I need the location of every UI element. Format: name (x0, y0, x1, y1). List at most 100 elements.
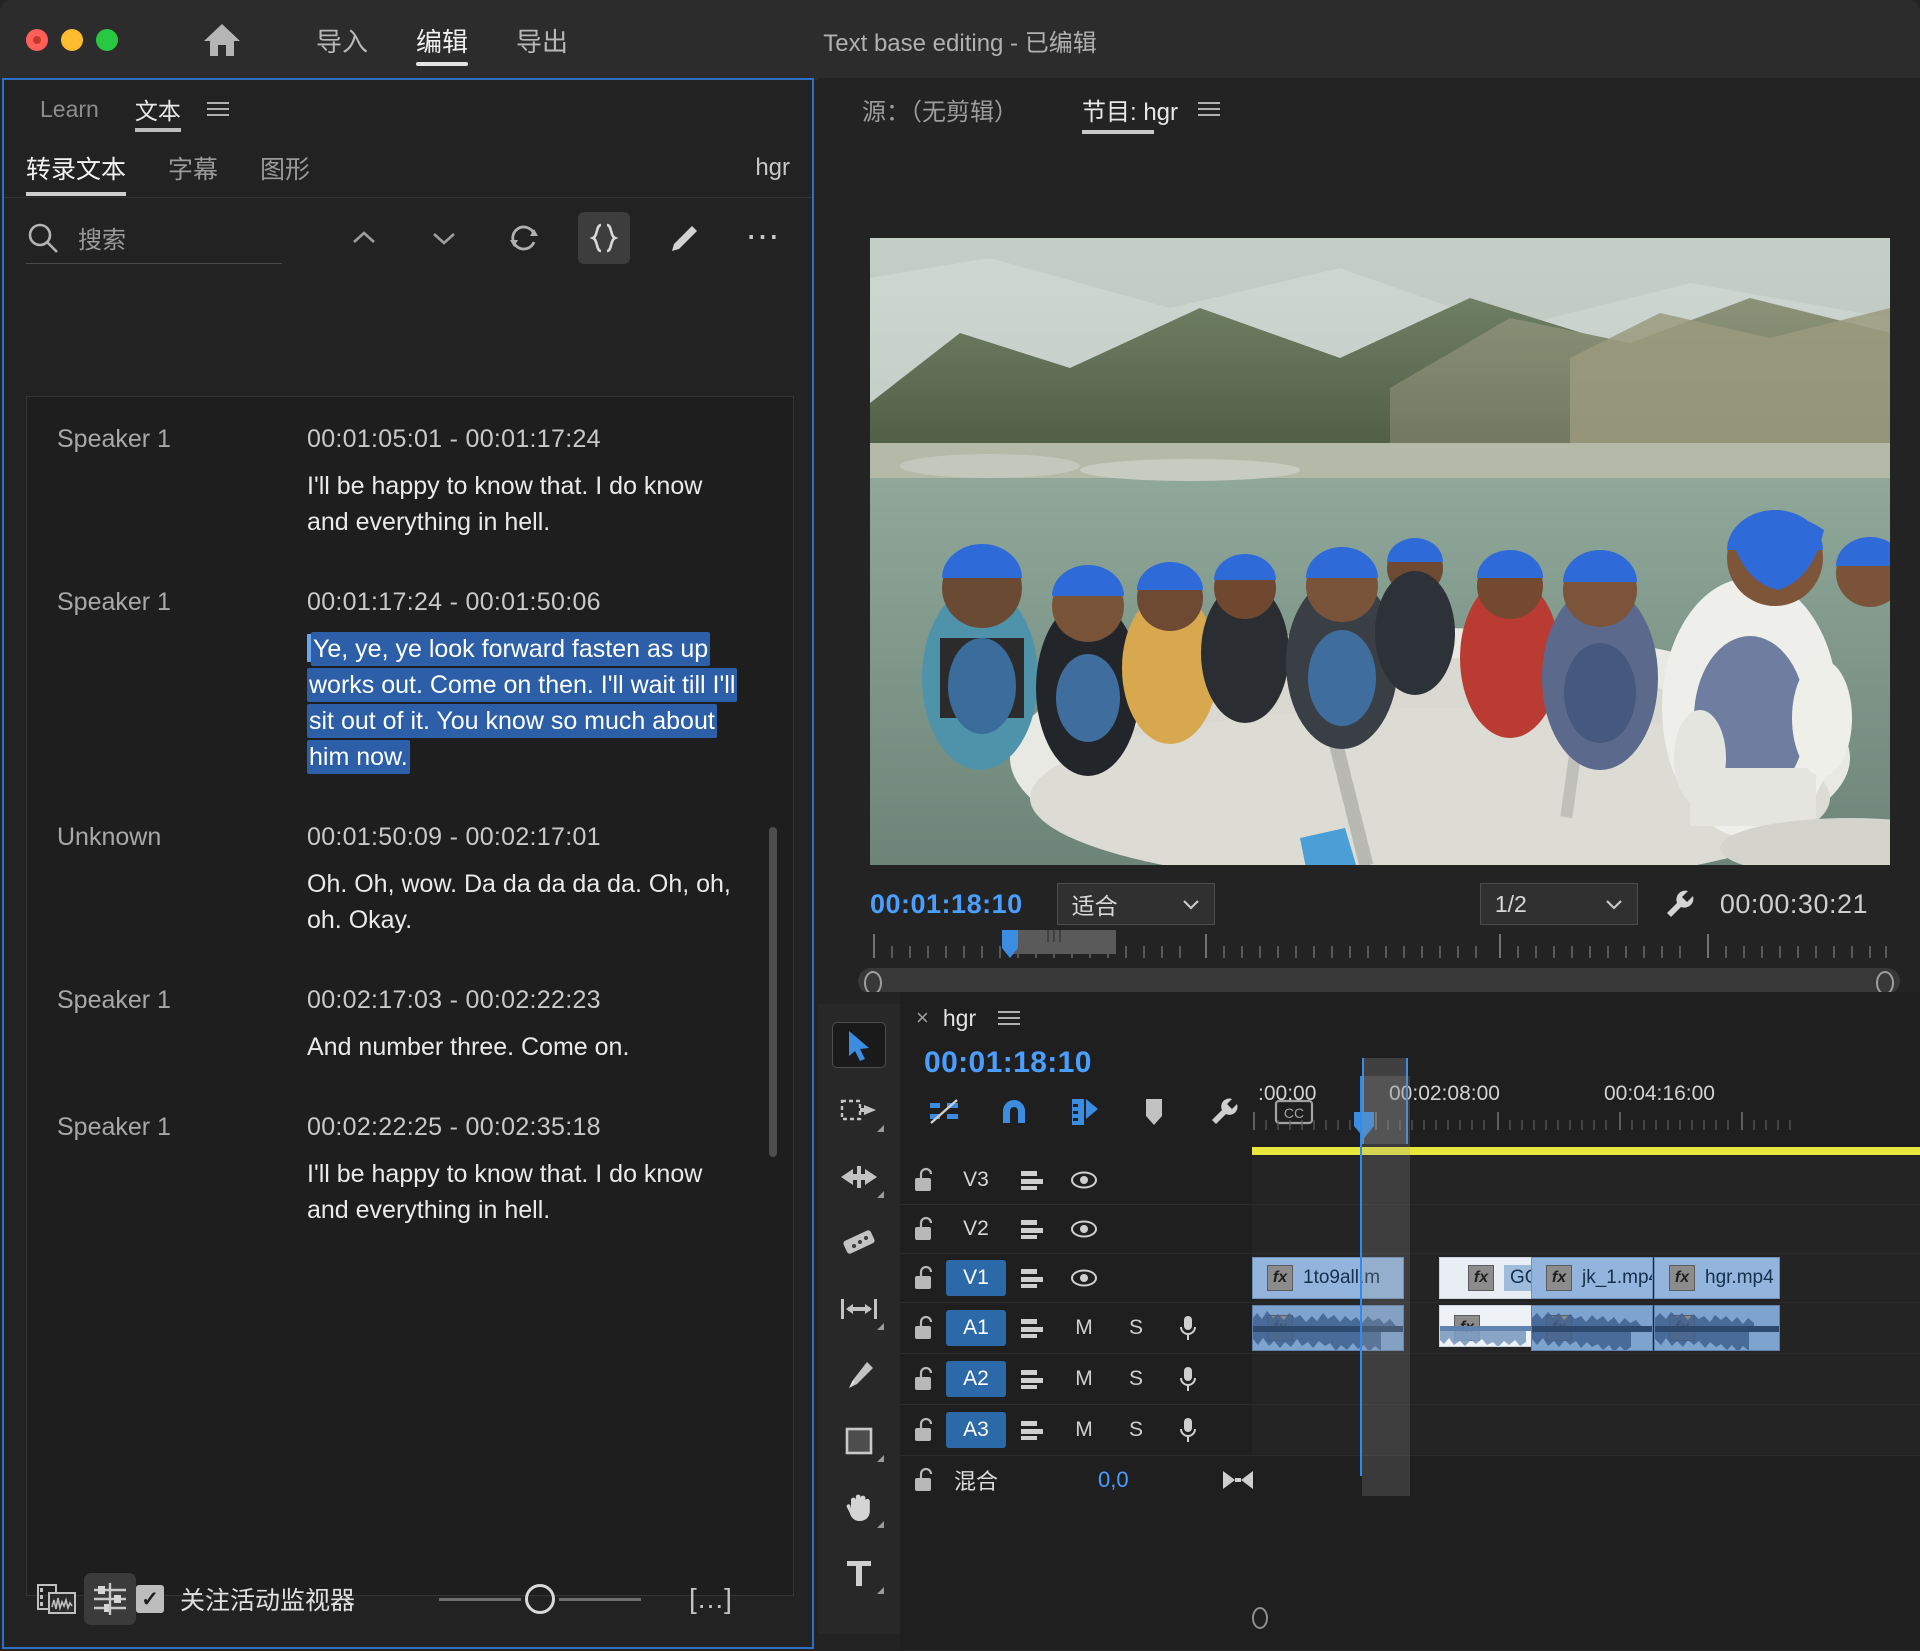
clip-hgr[interactable]: fx hgr.mp4 [ (1654, 1257, 1780, 1299)
lock-icon[interactable] (900, 1467, 946, 1493)
timeline-playhead-timecode[interactable]: 00:01:18:10 (924, 1046, 1092, 1080)
tab-program-monitor[interactable]: 节目: hgr (1082, 78, 1178, 140)
timeline-settings-wrench-icon[interactable] (1204, 1092, 1244, 1132)
clip-jk1[interactable]: fx jk_1.mp4 (1531, 1257, 1653, 1299)
braces-pause-icon[interactable] (578, 212, 630, 264)
work-area-bar[interactable] (1252, 1147, 1920, 1155)
chevron-up-icon[interactable] (338, 212, 390, 264)
subtab-graphics[interactable]: 图形 (260, 138, 310, 198)
mixer-view-icon[interactable] (84, 1573, 136, 1625)
track-row-v2[interactable]: V2 (900, 1205, 1920, 1254)
lock-icon[interactable] (900, 1417, 946, 1443)
solo-track-button[interactable]: S (1110, 1367, 1162, 1391)
track-body-v1[interactable]: fx 1to9all.m fx GOPR86 fx jk_1.mp4 fx hg… (1252, 1254, 1920, 1302)
monitor-playhead-timecode[interactable]: 00:01:18:10 (870, 889, 1023, 920)
lock-icon[interactable] (900, 1265, 946, 1291)
mute-track-button[interactable]: M (1058, 1316, 1110, 1340)
scroll-handle-left[interactable] (1252, 1607, 1268, 1629)
nav-tab-edit[interactable]: 编辑 (392, 0, 492, 80)
lock-icon[interactable] (900, 1315, 946, 1341)
transcript-entry[interactable]: Unknown 00:01:50:09 - 00:02:17:01 Oh. Oh… (27, 795, 793, 958)
slip-tool[interactable] (832, 1220, 886, 1266)
refresh-icon[interactable] (498, 212, 550, 264)
transcript-text[interactable]: I'll be happy to know that. I do know an… (307, 1156, 743, 1228)
transcript-text-highlighted[interactable]: Ye, ye, ye look forward fasten as up wor… (307, 631, 743, 775)
follow-playhead-checkbox[interactable]: ✓ (136, 1585, 164, 1613)
transcript-entry[interactable]: Speaker 1 00:02:22:25 - 00:02:35:18 I'll… (27, 1085, 793, 1248)
subtab-captions[interactable]: 字幕 (168, 138, 218, 198)
mic-icon[interactable] (1162, 1314, 1214, 1342)
transcript-scrollbar[interactable] (769, 827, 777, 1157)
mix-value[interactable]: 0,0 (1098, 1467, 1129, 1493)
filmstrip-waveform-icon[interactable] (32, 1573, 84, 1625)
track-body-a2[interactable] (1252, 1354, 1920, 1404)
tab-text[interactable]: 文本 (117, 80, 199, 138)
target-track-icon[interactable] (1006, 1418, 1058, 1442)
rate-stretch-tool[interactable] (832, 1286, 886, 1332)
ripple-edit-tool[interactable] (832, 1154, 886, 1200)
mute-track-button[interactable]: M (1058, 1418, 1110, 1442)
lock-icon[interactable] (900, 1216, 946, 1242)
track-visibility-eye-icon[interactable] (1058, 1219, 1110, 1239)
transcript-entry[interactable]: Speaker 1 00:01:05:01 - 00:01:17:24 I'll… (27, 397, 793, 560)
linked-selection-icon[interactable] (1064, 1092, 1104, 1132)
nest-toggle-icon[interactable] (924, 1092, 964, 1132)
track-row-a1[interactable]: A1 M S fx fx (900, 1303, 1920, 1354)
close-window-button[interactable] (26, 29, 48, 51)
timeline-playhead[interactable] (1360, 1076, 1362, 1476)
transcript-text[interactable]: Oh. Oh, wow. Da da da da da. Oh, oh, oh.… (307, 866, 743, 938)
track-name-a2[interactable]: A2 (946, 1361, 1006, 1397)
track-body-v3[interactable] (1252, 1156, 1920, 1204)
track-name-v3[interactable]: V3 (946, 1162, 1006, 1198)
track-visibility-eye-icon[interactable] (1058, 1268, 1110, 1288)
monitor-scrollbar[interactable] (858, 968, 1900, 995)
track-visibility-eye-icon[interactable] (1058, 1170, 1110, 1190)
track-body-v2[interactable] (1252, 1205, 1920, 1253)
track-name-a1[interactable]: A1 (946, 1310, 1006, 1346)
track-body-a1[interactable]: fx fx fx fx (1252, 1303, 1920, 1353)
wrench-icon[interactable] (1662, 887, 1696, 921)
track-name-a3[interactable]: A3 (946, 1412, 1006, 1448)
track-row-v3[interactable]: V3 (900, 1156, 1920, 1205)
monitor-menu-icon[interactable] (1198, 102, 1221, 116)
text-panel-menu-icon[interactable] (206, 102, 229, 116)
track-row-v1[interactable]: V1 fx 1to9all.m fx GOPR86 (900, 1254, 1920, 1303)
transcript-text[interactable]: And number three. Come on. (307, 1029, 743, 1065)
target-track-icon[interactable] (1006, 1266, 1058, 1290)
mic-icon[interactable] (1162, 1365, 1214, 1393)
timeline-menu-icon[interactable] (998, 1011, 1021, 1025)
timeline-horizontal-scrollbar[interactable] (1252, 1607, 1900, 1631)
lock-icon[interactable] (900, 1366, 946, 1392)
rectangle-tool[interactable] (832, 1418, 886, 1464)
target-track-icon[interactable] (1006, 1168, 1058, 1192)
target-track-icon[interactable] (1006, 1367, 1058, 1391)
more-options-icon[interactable]: ⋯ (738, 212, 790, 264)
search-input[interactable]: 搜索 (26, 212, 282, 264)
track-select-forward-tool[interactable] (832, 1088, 886, 1134)
minimize-window-button[interactable] (61, 29, 83, 51)
track-name-v1[interactable]: V1 (946, 1260, 1006, 1296)
chevron-down-icon[interactable] (418, 212, 470, 264)
hand-tool[interactable] (832, 1484, 886, 1530)
solo-track-button[interactable]: S (1110, 1316, 1162, 1340)
transcript-entry-selected[interactable]: Speaker 1 00:01:17:24 - 00:01:50:06 Ye, … (27, 560, 793, 795)
overflow-ellipsis-button[interactable]: [...] (689, 1583, 733, 1615)
mic-icon[interactable] (1162, 1416, 1214, 1444)
transcript-entry[interactable]: Speaker 1 00:02:17:03 - 00:02:22:23 And … (27, 958, 793, 1085)
mute-track-button[interactable]: M (1058, 1367, 1110, 1391)
solo-track-button[interactable]: S (1110, 1418, 1162, 1442)
pencil-icon[interactable] (658, 212, 710, 264)
pen-tool[interactable] (832, 1352, 886, 1398)
playback-resolution-select[interactable]: 1/2 (1479, 883, 1638, 925)
master-mix-row[interactable]: 混合 0,0 (900, 1456, 1920, 1504)
transcript-text[interactable]: I'll be happy to know that. I do know an… (307, 468, 743, 540)
home-icon[interactable] (200, 18, 244, 62)
timeline-ruler[interactable]: :00:00 00:02:08:00 00:04:16:00 (1252, 1058, 1920, 1144)
tab-learn[interactable]: Learn (22, 80, 117, 138)
track-body-a3[interactable] (1252, 1405, 1920, 1455)
fit-zoom-select[interactable]: 适合 (1056, 883, 1215, 925)
track-name-v2[interactable]: V2 (946, 1211, 1006, 1247)
target-track-icon[interactable] (1006, 1217, 1058, 1241)
monitor-time-ruler[interactable] (870, 930, 1890, 968)
maximize-window-button[interactable] (96, 29, 118, 51)
